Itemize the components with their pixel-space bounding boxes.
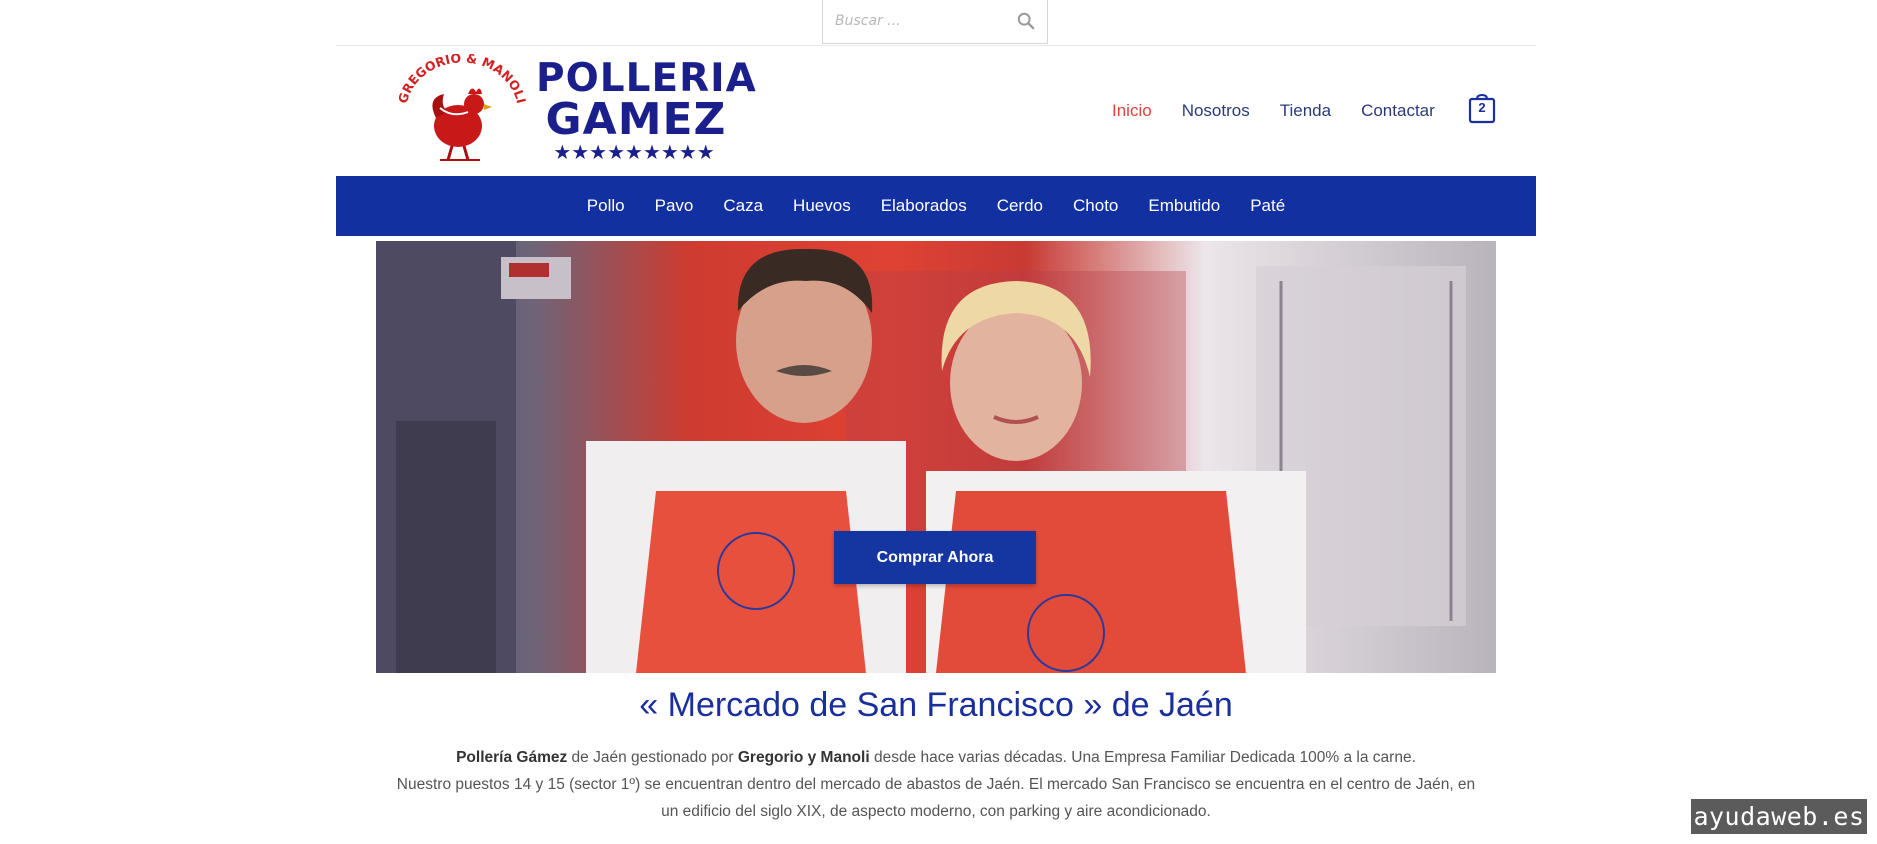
watermark-label: ayudaweb.es	[1691, 799, 1867, 834]
category-link-cerdo[interactable]: Cerdo	[997, 196, 1043, 216]
category-link-huevos[interactable]: Huevos	[793, 196, 851, 216]
search-input[interactable]	[823, 0, 1013, 42]
nav-link-tienda[interactable]: Tienda	[1280, 101, 1331, 121]
header-divider	[336, 45, 1536, 46]
intro-owners-name: Gregorio y Manoli	[737, 749, 870, 766]
logo-wordmark-line2: GAMEZ	[545, 94, 727, 145]
category-link-embutido[interactable]: Embutido	[1148, 196, 1220, 216]
logo-stars: ★★★★★★★★★	[553, 140, 715, 164]
emblem-arc-text: GREGORIO & MANOLI	[396, 54, 526, 105]
category-bar: Pollo Pavo Caza Huevos Elaborados Cerdo …	[336, 176, 1536, 236]
hero-photo	[376, 241, 1466, 673]
buy-now-button[interactable]: Comprar Ahora	[834, 531, 1036, 584]
hero-banner: Comprar Ahora	[376, 241, 1496, 673]
intro-brand-name: Pollería Gámez	[456, 749, 568, 766]
nav-link-contactar[interactable]: Contactar	[1361, 101, 1435, 121]
nav-link-nosotros[interactable]: Nosotros	[1182, 101, 1250, 121]
search-icon[interactable]	[1017, 12, 1035, 30]
svg-text:GREGORIO & MANOLI: GREGORIO & MANOLI	[396, 54, 526, 105]
category-link-caza[interactable]: Caza	[723, 196, 763, 216]
main-nav: Inicio Nosotros Tienda Contactar	[1112, 98, 1465, 124]
category-link-pollo[interactable]: Pollo	[587, 196, 625, 216]
category-link-pate[interactable]: Paté	[1250, 196, 1285, 216]
category-link-pavo[interactable]: Pavo	[655, 196, 694, 216]
search-box	[822, 0, 1048, 44]
intro-text-b: desde hace varias décadas. Una Empresa F…	[869, 749, 1416, 766]
intro-text: Pollería Gámez de Jaén gestionado por Gr…	[390, 744, 1482, 825]
rooster-emblem-icon: GREGORIO & MANOLI	[396, 54, 526, 161]
category-link-choto[interactable]: Choto	[1073, 196, 1118, 216]
intro-text-a: de Jaén gestionado por	[567, 749, 738, 766]
cart-count-badge: 2	[1478, 100, 1486, 115]
cart-button[interactable]: 2	[1468, 94, 1496, 124]
intro-text-location: Nuestro puestos 14 y 15 (sector 1º) se e…	[396, 776, 1476, 820]
category-link-elaborados[interactable]: Elaborados	[881, 196, 967, 216]
nav-link-inicio[interactable]: Inicio	[1112, 101, 1152, 121]
page-title: « Mercado de San Francisco » de Jaén	[639, 686, 1233, 724]
site-logo[interactable]: GREGORIO & MANOLI POLLERIA GAMEZ ★★★★★★★…	[396, 54, 756, 166]
